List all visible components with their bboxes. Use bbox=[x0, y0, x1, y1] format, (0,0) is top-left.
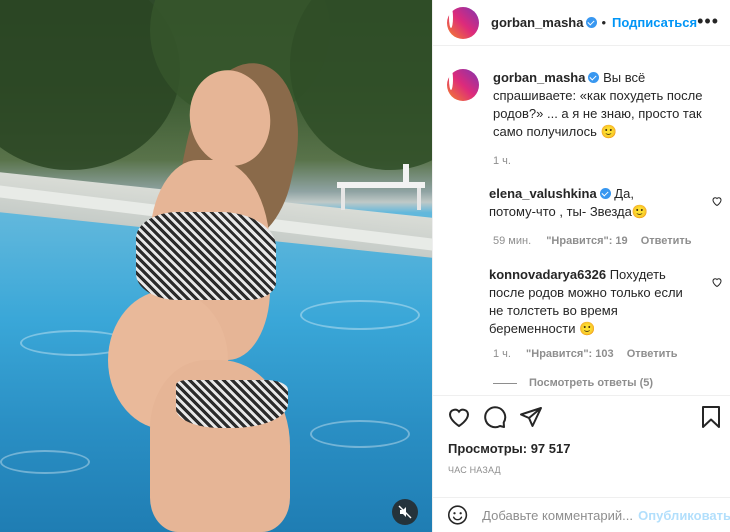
comment-icon[interactable] bbox=[483, 405, 507, 429]
avatar[interactable] bbox=[447, 266, 475, 294]
comment-time[interactable]: 59 мин. bbox=[493, 235, 531, 247]
comment-likes[interactable]: "Нравится": 19 bbox=[546, 235, 627, 247]
share-icon[interactable] bbox=[519, 405, 543, 429]
verified-badge-icon bbox=[599, 188, 611, 199]
like-comment-icon[interactable] bbox=[711, 276, 723, 288]
more-options-icon[interactable]: ••• bbox=[697, 12, 719, 30]
like-comment-icon[interactable] bbox=[711, 195, 723, 207]
views-count[interactable]: Просмотры: 97 517 bbox=[448, 441, 570, 456]
add-comment-bar: Опубликовать bbox=[433, 497, 730, 532]
avatar[interactable] bbox=[447, 6, 479, 39]
bikini-top bbox=[136, 212, 276, 300]
water-ripple bbox=[300, 300, 420, 330]
mute-button[interactable] bbox=[392, 499, 418, 525]
header-username[interactable]: gorban_masha bbox=[491, 15, 583, 30]
verified-badge-icon bbox=[586, 17, 598, 28]
divider bbox=[493, 382, 517, 384]
avatar[interactable] bbox=[447, 185, 475, 213]
reply-button[interactable]: Ответить bbox=[627, 348, 678, 360]
comment-likes[interactable]: "Нравится": 103 bbox=[526, 348, 614, 360]
view-replies-label: Посмотреть ответы (5) bbox=[529, 377, 654, 389]
comment-time[interactable]: 1 ч. bbox=[493, 348, 511, 360]
emoji-icon[interactable] bbox=[447, 503, 468, 527]
post-video[interactable] bbox=[0, 0, 432, 532]
publish-button[interactable]: Опубликовать bbox=[638, 508, 730, 523]
comment-input[interactable] bbox=[482, 507, 633, 523]
water-ripple bbox=[310, 420, 410, 448]
like-icon[interactable] bbox=[447, 405, 471, 429]
comment-username[interactable]: konnovadarya6326 bbox=[489, 267, 606, 282]
header-separator: • bbox=[601, 15, 607, 30]
comments-list[interactable]: gorban_masha Вы всё спрашиваете: «как по… bbox=[433, 47, 730, 395]
foliage bbox=[290, 0, 432, 170]
post-side-panel: gorban_masha • Подписаться ••• gorban_ma… bbox=[432, 0, 730, 532]
mute-icon bbox=[398, 505, 412, 519]
list-item: konnovadarya6326 Похудеть после родов мо… bbox=[447, 266, 723, 360]
reply-button[interactable]: Ответить bbox=[641, 235, 692, 247]
comment-meta: 1 ч. "Нравится": 103 Ответить bbox=[493, 348, 723, 360]
lounge-chair bbox=[337, 164, 425, 210]
comment-body: konnovadarya6326 Похудеть после родов мо… bbox=[489, 266, 694, 338]
caption-body: gorban_masha Вы всё спрашиваете: «как по… bbox=[493, 69, 713, 141]
caption-username[interactable]: gorban_masha bbox=[493, 70, 585, 85]
view-replies-button[interactable]: Посмотреть ответы (5) bbox=[493, 377, 653, 389]
post-header: gorban_masha • Подписаться ••• bbox=[433, 0, 730, 46]
verified-badge-icon bbox=[588, 72, 600, 83]
avatar[interactable] bbox=[447, 69, 479, 101]
comment-body: elena_valushkina Да, потому-что , ты- Зв… bbox=[489, 185, 679, 221]
follow-button[interactable]: Подписаться bbox=[612, 15, 697, 30]
post-time[interactable]: час назад bbox=[448, 465, 501, 475]
action-bar bbox=[433, 395, 730, 437]
caption: gorban_masha Вы всё спрашиваете: «как по… bbox=[447, 69, 723, 167]
list-item: elena_valushkina Да, потому-что , ты- Зв… bbox=[447, 185, 723, 247]
caption-time[interactable]: 1 ч. bbox=[493, 155, 723, 167]
bookmark-icon[interactable] bbox=[699, 405, 723, 429]
water-ripple bbox=[0, 450, 90, 474]
comment-username[interactable]: elena_valushkina bbox=[489, 186, 597, 201]
comment-meta: 59 мин. "Нравится": 19 Ответить bbox=[493, 235, 723, 247]
bikini-bottom bbox=[176, 380, 288, 428]
